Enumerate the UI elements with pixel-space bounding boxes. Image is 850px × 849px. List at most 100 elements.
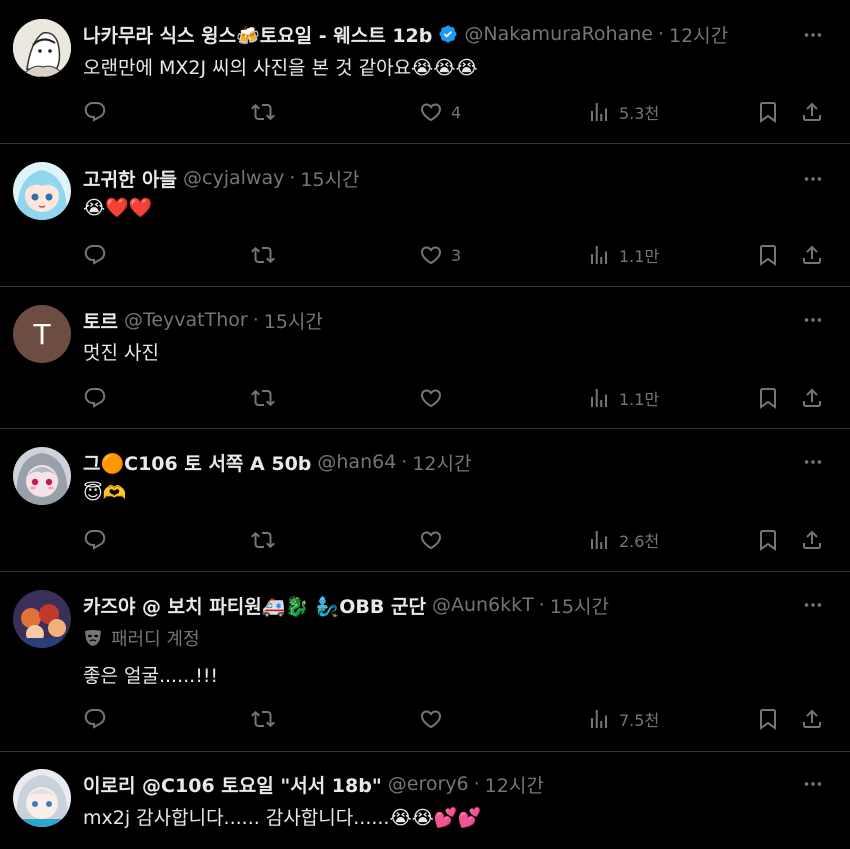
display-name[interactable]: 나카무라 식스 윙스🍻토요일 - 웨스트 12b <box>83 21 432 48</box>
reply-button[interactable] <box>83 97 107 127</box>
timestamp[interactable]: 12시간 <box>669 21 728 48</box>
bookmark-button[interactable] <box>756 97 780 127</box>
reply-button[interactable] <box>83 383 107 413</box>
avatar[interactable] <box>13 590 71 648</box>
tweet[interactable]: 그🟠C106 토 서쪽 A 50b @han64 · 12시간 😇🫶 2.6천 <box>0 429 850 572</box>
retweet-icon <box>251 100 275 124</box>
views-icon <box>587 528 611 552</box>
separator: · <box>538 594 545 616</box>
like-icon <box>419 100 443 124</box>
display-name[interactable]: 이로리 @C106 토요일 "서서 18b" <box>83 771 382 798</box>
share-button[interactable] <box>800 704 824 734</box>
parody-label: 패러디 계정 <box>83 625 200 651</box>
bookmark-icon <box>756 243 780 267</box>
timestamp[interactable]: 12시간 <box>412 449 471 476</box>
like-button[interactable]: 3 <box>419 240 461 270</box>
view-count: 7.5천 <box>619 711 660 730</box>
bookmark-icon <box>756 100 780 124</box>
views-button[interactable]: 5.3천 <box>587 97 659 127</box>
bookmark-icon <box>756 707 780 731</box>
share-icon <box>800 386 824 410</box>
display-name[interactable]: 토르 <box>83 307 118 334</box>
share-button[interactable] <box>800 383 824 413</box>
handle[interactable]: @erory6 <box>388 773 469 795</box>
more-icon[interactable] <box>802 309 824 331</box>
retweet-icon <box>251 243 275 267</box>
share-icon <box>800 243 824 267</box>
tweet-actions: 3 1.1만 <box>83 240 828 270</box>
tweet[interactable]: T 토르 @TeyvatThor · 15시간 멋진 사진 1.1만 <box>0 287 850 429</box>
views-button[interactable]: 1.1만 <box>587 240 659 270</box>
share-button[interactable] <box>800 240 824 270</box>
retweet-button[interactable] <box>251 704 275 734</box>
display-name[interactable]: 카즈야 @ 보치 파티원🚑🐉 🧞‍♂️OBB 군단 <box>83 592 426 619</box>
tweet-actions: 7.5천 <box>83 704 828 734</box>
bookmark-button[interactable] <box>756 525 780 555</box>
more-icon[interactable] <box>802 773 824 795</box>
separator: · <box>473 773 480 795</box>
display-name[interactable]: 고귀한 아들 <box>83 165 177 192</box>
bookmark-button[interactable] <box>756 704 780 734</box>
reply-button[interactable] <box>83 704 107 734</box>
tweet[interactable]: 나카무라 식스 윙스🍻토요일 - 웨스트 12b @NakamuraRohane… <box>0 0 850 144</box>
handle[interactable]: @NakamuraRohane <box>464 23 653 45</box>
bookmark-button[interactable] <box>756 240 780 270</box>
share-icon <box>800 100 824 124</box>
timestamp[interactable]: 12시간 <box>485 771 544 798</box>
view-count: 2.6천 <box>619 532 660 551</box>
bookmark-button[interactable] <box>756 383 780 413</box>
share-icon <box>800 707 824 731</box>
avatar[interactable]: T <box>13 305 71 363</box>
views-icon <box>587 707 611 731</box>
more-icon[interactable] <box>802 24 824 46</box>
more-icon[interactable] <box>802 451 824 473</box>
timestamp[interactable]: 15시간 <box>550 592 609 619</box>
handle[interactable]: @Aun6kkT <box>432 594 534 616</box>
retweet-button[interactable] <box>251 383 275 413</box>
avatar[interactable] <box>13 447 71 505</box>
tweet[interactable]: 카즈야 @ 보치 파티원🚑🐉 🧞‍♂️OBB 군단 @Aun6kkT · 15시… <box>0 572 850 752</box>
more-icon[interactable] <box>802 168 824 190</box>
mask-icon <box>85 630 101 646</box>
views-button[interactable]: 2.6천 <box>587 525 659 555</box>
tweet[interactable]: 이로리 @C106 토요일 "서서 18b" @erory6 · 12시간 mx… <box>0 752 850 849</box>
handle[interactable]: @han64 <box>317 451 396 473</box>
retweet-button[interactable] <box>251 525 275 555</box>
timestamp[interactable]: 15시간 <box>300 165 359 192</box>
like-count: 4 <box>451 102 462 122</box>
handle[interactable]: @cyjalway <box>183 167 284 189</box>
reply-icon <box>83 100 107 124</box>
timestamp[interactable]: 15시간 <box>264 307 323 334</box>
like-button[interactable]: 4 <box>419 97 461 127</box>
like-button[interactable] <box>419 704 451 734</box>
retweet-icon <box>251 386 275 410</box>
avatar[interactable] <box>13 769 71 827</box>
tweet-text: 좋은 얼굴......!!! <box>83 665 219 687</box>
reply-button[interactable] <box>83 240 107 270</box>
view-count: 5.3천 <box>619 104 660 123</box>
like-icon <box>419 243 443 267</box>
avatar[interactable] <box>13 19 71 77</box>
like-icon <box>419 528 443 552</box>
tweet-actions: 4 5.3천 <box>83 97 828 127</box>
avatar[interactable] <box>13 162 71 220</box>
like-icon <box>419 386 443 410</box>
reply-icon <box>83 528 107 552</box>
separator: · <box>289 167 296 189</box>
display-name[interactable]: 그🟠C106 토 서쪽 A 50b <box>83 449 311 476</box>
handle[interactable]: @TeyvatThor <box>124 309 248 331</box>
retweet-icon <box>251 707 275 731</box>
more-icon[interactable] <box>802 594 824 616</box>
view-count: 1.1만 <box>619 247 660 266</box>
retweet-button[interactable] <box>251 97 275 127</box>
like-button[interactable] <box>419 525 451 555</box>
like-button[interactable] <box>419 383 451 413</box>
share-button[interactable] <box>800 97 824 127</box>
tweet[interactable]: 고귀한 아들 @cyjalway · 15시간 😭❤️❤️ 3 1.1만 <box>0 144 850 287</box>
retweet-button[interactable] <box>251 240 275 270</box>
like-count: 3 <box>451 245 462 265</box>
views-button[interactable]: 7.5천 <box>587 704 659 734</box>
share-button[interactable] <box>800 525 824 555</box>
views-button[interactable]: 1.1만 <box>587 383 659 413</box>
reply-button[interactable] <box>83 525 107 555</box>
